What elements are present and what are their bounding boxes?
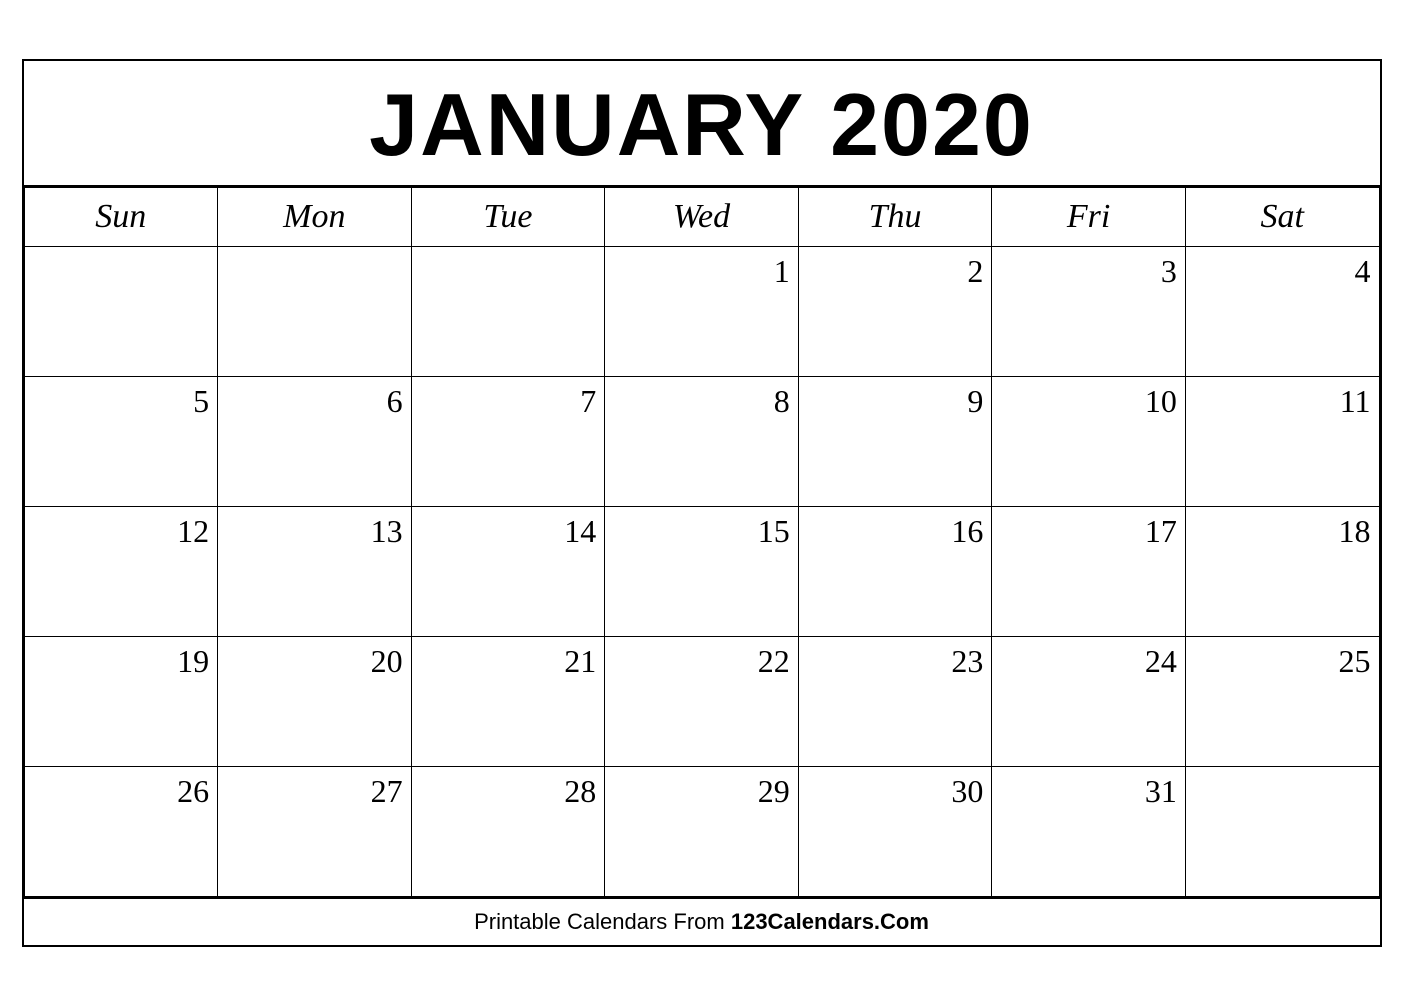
calendar-cell: 8 [605,377,799,507]
day-number: 13 [226,513,403,550]
calendar-cell: 9 [798,377,992,507]
calendar-cell: 21 [411,637,605,767]
day-header-thu: Thu [798,188,992,247]
day-number: 4 [1194,253,1371,290]
calendar-cell: 22 [605,637,799,767]
calendar-title: JANUARY 2020 [24,61,1380,187]
calendar-cell [1185,767,1379,897]
day-number: 12 [33,513,210,550]
day-number: 29 [613,773,790,810]
calendar-cell: 19 [24,637,218,767]
calendar-cell: 12 [24,507,218,637]
day-number: 5 [33,383,210,420]
day-number: 23 [807,643,984,680]
calendar-cell: 10 [992,377,1186,507]
calendar-cell: 14 [411,507,605,637]
day-number: 20 [226,643,403,680]
calendar-cell: 30 [798,767,992,897]
calendar-cell: 31 [992,767,1186,897]
calendar-cell: 18 [1185,507,1379,637]
calendar-cell: 28 [411,767,605,897]
day-number: 27 [226,773,403,810]
calendar-week-row: 56789 10 11 [24,377,1379,507]
day-number: 18 [1194,513,1371,550]
day-number: 19 [33,643,210,680]
calendar-cell: 7 [411,377,605,507]
day-headers-row: SunMonTueWedThuFriSat [24,188,1379,247]
calendar-cell: 6 [218,377,412,507]
calendar-cell: 26 [24,767,218,897]
calendar-cell: 24 [992,637,1186,767]
day-header-sun: Sun [24,188,218,247]
calendar-cell: 20 [218,637,412,767]
day-number: 8 [613,383,790,420]
day-number: 10 [1000,383,1177,420]
day-number: 7 [420,383,597,420]
calendar-cell: 4 [1185,247,1379,377]
day-header-mon: Mon [218,188,412,247]
day-number: 6 [226,383,403,420]
day-number: 31 [1000,773,1177,810]
calendar-cell: 27 [218,767,412,897]
calendar-cell: 23 [798,637,992,767]
day-number: 22 [613,643,790,680]
calendar-cell: 1 [605,247,799,377]
calendar-week-row: 1234 [24,247,1379,377]
day-number: 3 [1000,253,1177,290]
day-number: 30 [807,773,984,810]
calendar-week-row: 19 20 21 22 23 24 25 [24,637,1379,767]
day-number: 11 [1194,383,1371,420]
calendar-cell: 25 [1185,637,1379,767]
day-number: 26 [33,773,210,810]
calendar-week-row: 12 13 14 15 16 17 18 [24,507,1379,637]
day-number: 25 [1194,643,1371,680]
calendar-cell: 17 [992,507,1186,637]
calendar-container: JANUARY 2020 SunMonTueWedThuFriSat 12345… [22,59,1382,947]
footer-brand: 123Calendars.Com [731,909,929,934]
day-header-fri: Fri [992,188,1186,247]
calendar-cell: 11 [1185,377,1379,507]
calendar-cell: 15 [605,507,799,637]
calendar-cell [218,247,412,377]
calendar-cell: 16 [798,507,992,637]
day-header-wed: Wed [605,188,799,247]
day-number: 21 [420,643,597,680]
day-number: 9 [807,383,984,420]
calendar-cell: 5 [24,377,218,507]
footer-text: Printable Calendars From [474,909,731,934]
day-header-tue: Tue [411,188,605,247]
calendar-table: SunMonTueWedThuFriSat 123456789101112131… [24,187,1380,897]
day-number: 14 [420,513,597,550]
day-header-sat: Sat [1185,188,1379,247]
calendar-cell [24,247,218,377]
day-number: 28 [420,773,597,810]
calendar-week-row: 26 27 28 29 30 31 [24,767,1379,897]
day-number: 17 [1000,513,1177,550]
day-number: 24 [1000,643,1177,680]
calendar-footer: Printable Calendars From 123Calendars.Co… [24,897,1380,945]
calendar-cell: 13 [218,507,412,637]
calendar-cell: 3 [992,247,1186,377]
calendar-cell: 2 [798,247,992,377]
day-number: 2 [807,253,984,290]
day-number: 16 [807,513,984,550]
calendar-cell: 29 [605,767,799,897]
day-number: 1 [613,253,790,290]
calendar-cell [411,247,605,377]
day-number: 15 [613,513,790,550]
